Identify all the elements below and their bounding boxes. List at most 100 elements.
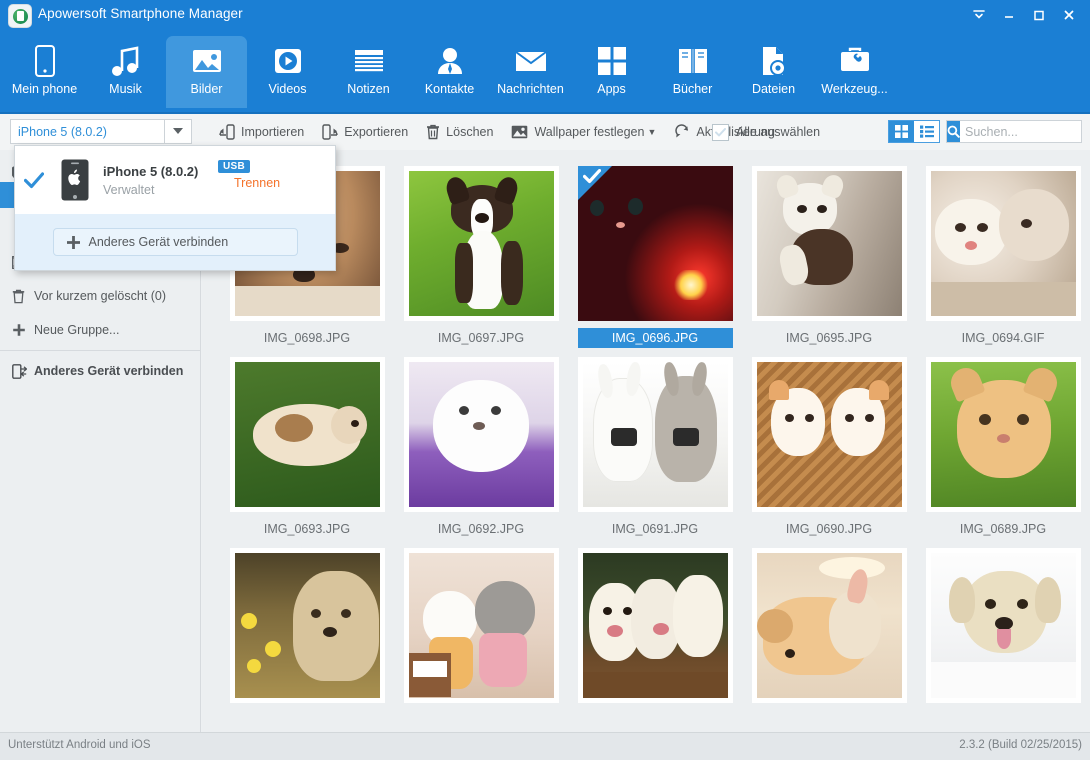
trash-icon [12, 289, 34, 304]
app-logo-icon [8, 4, 32, 28]
photo-thumbnail[interactable] [229, 548, 385, 703]
photo-thumbnail[interactable] [577, 166, 733, 321]
view-mode-toggle [888, 120, 940, 143]
list-view-icon[interactable] [914, 121, 939, 142]
contact-person-icon [435, 44, 465, 78]
photo-tile[interactable]: IMG_0689.JPG [916, 357, 1090, 539]
photo-tile[interactable]: IMG_0690.JPG [742, 357, 916, 539]
nav-item-videos[interactable]: Videos [247, 36, 328, 108]
status-version: 2.3.2 (Build 02/25/2015) [959, 739, 1082, 751]
plus-icon [66, 235, 81, 250]
photo-thumbnail[interactable] [403, 548, 559, 703]
book-icon [677, 44, 709, 78]
photo-name: IMG_0689.JPG [959, 522, 1047, 536]
search-input[interactable] [960, 121, 1090, 142]
nav-label: Mein phone [11, 82, 78, 96]
nav-item-musik[interactable]: Musik [85, 36, 166, 108]
button-label: Importieren [241, 125, 305, 139]
search-icon[interactable] [947, 121, 960, 142]
title-bar: Apowersoft Smartphone Manager [0, 0, 1090, 30]
photo-thumbnail[interactable] [403, 166, 559, 321]
chevron-down-icon: ▼ [647, 126, 657, 137]
photo-thumbnail[interactable] [751, 548, 907, 703]
nav-label: Kontakte [424, 82, 475, 96]
toolbox-icon [839, 44, 871, 78]
photo-thumbnail[interactable] [925, 357, 1081, 512]
photo-thumbnail[interactable] [577, 357, 733, 512]
dropdown-device-name: iPhone 5 (8.0.2) [103, 163, 199, 179]
nav-item-mein-phone[interactable]: Mein phone [4, 36, 85, 108]
photo-tile[interactable] [568, 548, 742, 716]
photo-thumbnail[interactable] [229, 357, 385, 512]
disconnect-link[interactable]: Trennen [234, 176, 280, 190]
photo-name: IMG_0698.JPG [263, 331, 351, 345]
photo-name [926, 710, 1081, 716]
nav-item-nachrichten[interactable]: Nachrichten [490, 36, 571, 108]
connect-other-device-button[interactable]: Anderes Gerät verbinden [52, 228, 298, 256]
set-wallpaper-button[interactable]: Wallpaper festlegen ▼ [502, 114, 665, 150]
nav-item-bilder[interactable]: Bilder [166, 36, 247, 108]
nav-item-notizen[interactable]: Notizen [328, 36, 409, 108]
photo-thumbnail[interactable] [925, 166, 1081, 321]
close-button[interactable] [1054, 0, 1084, 30]
button-label: Wallpaper festlegen [534, 125, 645, 139]
photo-tile[interactable] [916, 548, 1090, 716]
nav-item-dateien[interactable]: Dateien [733, 36, 814, 108]
nav-item-werkzeug[interactable]: Werkzeug... [814, 36, 895, 108]
menu-collapse-button[interactable] [964, 0, 994, 30]
photo-tile[interactable]: IMG_0693.JPG [220, 357, 394, 539]
photo-name: IMG_0696.JPG [577, 328, 733, 348]
photo-thumbnail[interactable] [925, 548, 1081, 703]
maximize-button[interactable] [1024, 0, 1054, 30]
photo-thumbnail[interactable] [403, 357, 559, 512]
sidebar-item-connect-other-device[interactable]: Anderes Gerät verbinden [0, 357, 200, 385]
select-all-control[interactable]: Alle auswählen [712, 114, 820, 150]
window-controls [964, 0, 1084, 30]
notes-icon [353, 44, 385, 78]
sidebar-item-label: Neue Gruppe... [34, 323, 120, 337]
photo-tile[interactable]: IMG_0695.JPG [742, 166, 916, 348]
nav-item-kontakte[interactable]: Kontakte [409, 36, 490, 108]
sidebar-item-new-group[interactable]: Neue Gruppe... [0, 316, 200, 344]
chevron-down-icon[interactable] [164, 120, 191, 143]
photo-name: IMG_0692.JPG [437, 522, 525, 536]
photo-tile[interactable]: IMG_0692.JPG [394, 357, 568, 539]
photo-tile[interactable] [394, 548, 568, 716]
file-gear-icon [759, 44, 789, 78]
nav-label: Videos [268, 82, 307, 96]
select-all-checkbox[interactable] [712, 123, 729, 141]
photo-name: IMG_0693.JPG [263, 522, 351, 536]
trash-icon [426, 124, 440, 140]
wallpaper-icon [511, 125, 528, 139]
video-play-icon [272, 44, 304, 78]
dropdown-device-row[interactable]: iPhone 5 (8.0.2) Verwaltet USB Trennen [15, 146, 335, 214]
photo-name: IMG_0695.JPG [785, 331, 873, 345]
photo-name [230, 710, 385, 716]
photo-thumbnail[interactable] [751, 166, 907, 321]
grid-view-icon[interactable] [889, 121, 914, 142]
photo-tile[interactable] [742, 548, 916, 716]
export-icon [322, 124, 338, 140]
nav-item-buecher[interactable]: Bücher [652, 36, 733, 108]
photo-thumbnail[interactable] [751, 357, 907, 512]
main-navigation: Mein phone Musik Bilder Videos Notizen K… [0, 30, 1090, 114]
nav-label: Werkzeug... [821, 82, 888, 96]
photo-thumbnail[interactable] [577, 548, 733, 703]
photo-tile[interactable]: IMG_0691.JPG [568, 357, 742, 539]
photo-tile[interactable]: IMG_0697.JPG [394, 166, 568, 348]
select-all-label: Alle auswählen [736, 125, 821, 139]
nav-item-apps[interactable]: Apps [571, 36, 652, 108]
delete-button[interactable]: Löschen [417, 114, 502, 150]
photo-tile[interactable] [220, 548, 394, 716]
minimize-button[interactable] [994, 0, 1024, 30]
photo-name: IMG_0697.JPG [437, 331, 525, 345]
search-box[interactable] [946, 120, 1090, 143]
nav-label: Musik [109, 82, 142, 96]
usb-badge: USB [218, 160, 251, 173]
photo-tile-selected[interactable]: IMG_0696.JPG [568, 166, 742, 348]
button-label: Löschen [446, 125, 494, 139]
sidebar-item-recently-deleted[interactable]: Vor kurzem gelöscht (0) [0, 282, 200, 310]
dropdown-device-state: Verwaltet [103, 182, 155, 197]
device-selector[interactable]: iPhone 5 (8.0.2) [10, 119, 192, 144]
photo-tile[interactable]: IMG_0694.GIF [916, 166, 1090, 348]
